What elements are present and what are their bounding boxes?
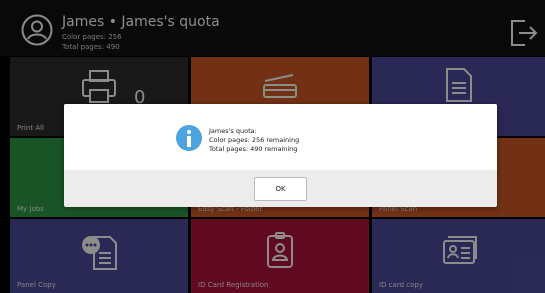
quota-dialog: James's quota: Color pages: 256 remainin…: [64, 104, 497, 207]
dialog-color-pages: Color pages: 256 remaining: [209, 136, 300, 144]
dialog-total-pages: Total pages: 490 remaining: [209, 145, 298, 153]
dialog-body: James's quota: Color pages: 256 remainin…: [64, 104, 497, 170]
ok-button[interactable]: OK: [254, 177, 307, 201]
info-icon: [176, 125, 202, 151]
dialog-quota-heading: James's quota:: [209, 127, 257, 135]
